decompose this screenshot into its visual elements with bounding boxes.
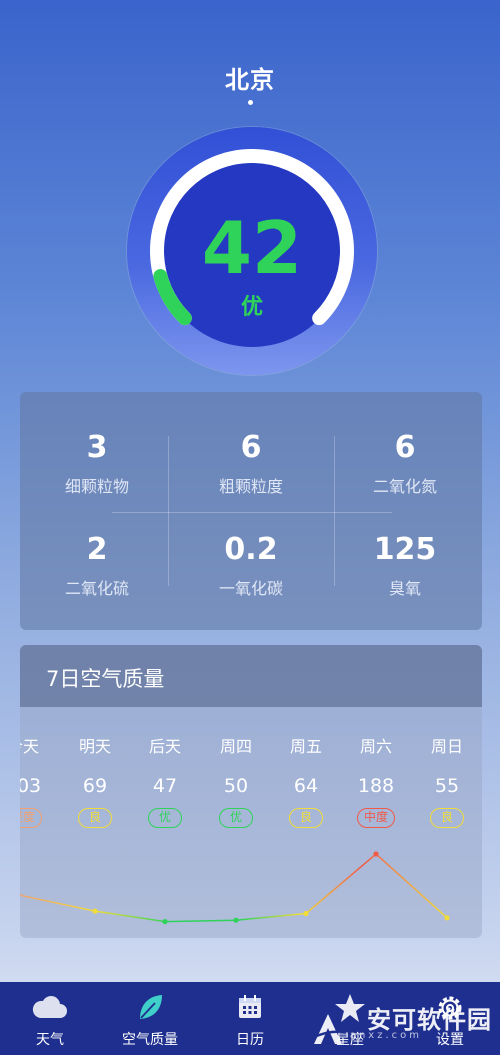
watermark-subtext: anxz.com: [349, 1030, 422, 1041]
leaf-icon: [140, 995, 162, 1019]
trend-point: [303, 910, 309, 917]
trend-point: [20, 893, 21, 897]
trend-point: [162, 919, 168, 925]
nav-label: 日历: [236, 1032, 264, 1048]
divider: [112, 512, 392, 513]
divider: [334, 436, 335, 586]
nav-label: 天气: [36, 1032, 64, 1048]
pollutant-value: 3: [86, 430, 108, 465]
pollutant-label: 二氧化硫: [64, 579, 129, 598]
nav-air-quality[interactable]: 空气质量: [100, 982, 200, 1055]
nav-label: 空气质量: [122, 1032, 178, 1048]
trend-point: [373, 851, 379, 857]
pollutant-value: 2: [86, 532, 108, 567]
nav-calendar[interactable]: 日历: [200, 982, 300, 1055]
pollutant-card: 3 细颗粒物 6 粗颗粒度 6 二氧化氮 2 二氧化硫 0.2 一氧化碳 125…: [20, 392, 482, 630]
pollutant-label: 一氧化碳: [218, 579, 283, 598]
pollutant-value: 0.2: [224, 532, 278, 567]
pollutant-value: 125: [373, 532, 437, 567]
aqi-value: 42: [201, 206, 303, 290]
pollutant-value: 6: [240, 430, 262, 465]
trend-point: [444, 915, 450, 921]
cloud-icon: [32, 996, 67, 1018]
aqi-gauge: 42 优: [127, 127, 377, 375]
page-indicator-dot: [248, 100, 253, 105]
trend-point: [233, 917, 239, 923]
watermark-logo: [311, 1014, 347, 1044]
week-air-quality-card: 7日空气质量 今天 103 轻度 明天 69 良 后天 47 优 周四 50 优…: [20, 645, 482, 938]
pollutant-value: 6: [394, 430, 416, 465]
pollutant-label: 二氧化氮: [372, 477, 437, 496]
pollutant-co: 0.2 一氧化碳: [174, 532, 328, 599]
pollutant-so2: 2 二氧化硫: [20, 532, 174, 599]
city-name: 北京: [225, 66, 275, 94]
pollutant-pm25: 3 细颗粒物: [20, 430, 174, 497]
pollutant-o3: 125 臭氧: [328, 532, 482, 599]
pollutant-label: 粗颗粒度: [218, 477, 283, 496]
aqi-trend-chart: [20, 851, 450, 925]
aqi-level: 优: [240, 295, 263, 320]
pollutant-no2: 6 二氧化氮: [328, 430, 482, 497]
pollutant-pm10: 6 粗颗粒度: [174, 430, 328, 497]
nav-weather[interactable]: 天气: [0, 982, 100, 1055]
calendar-icon: [239, 995, 261, 1018]
divider: [168, 436, 169, 586]
pollutant-label: 细颗粒物: [64, 477, 129, 496]
trend-point: [92, 908, 98, 914]
trend-line: [20, 853, 448, 923]
pollutant-label: 臭氧: [388, 579, 421, 598]
